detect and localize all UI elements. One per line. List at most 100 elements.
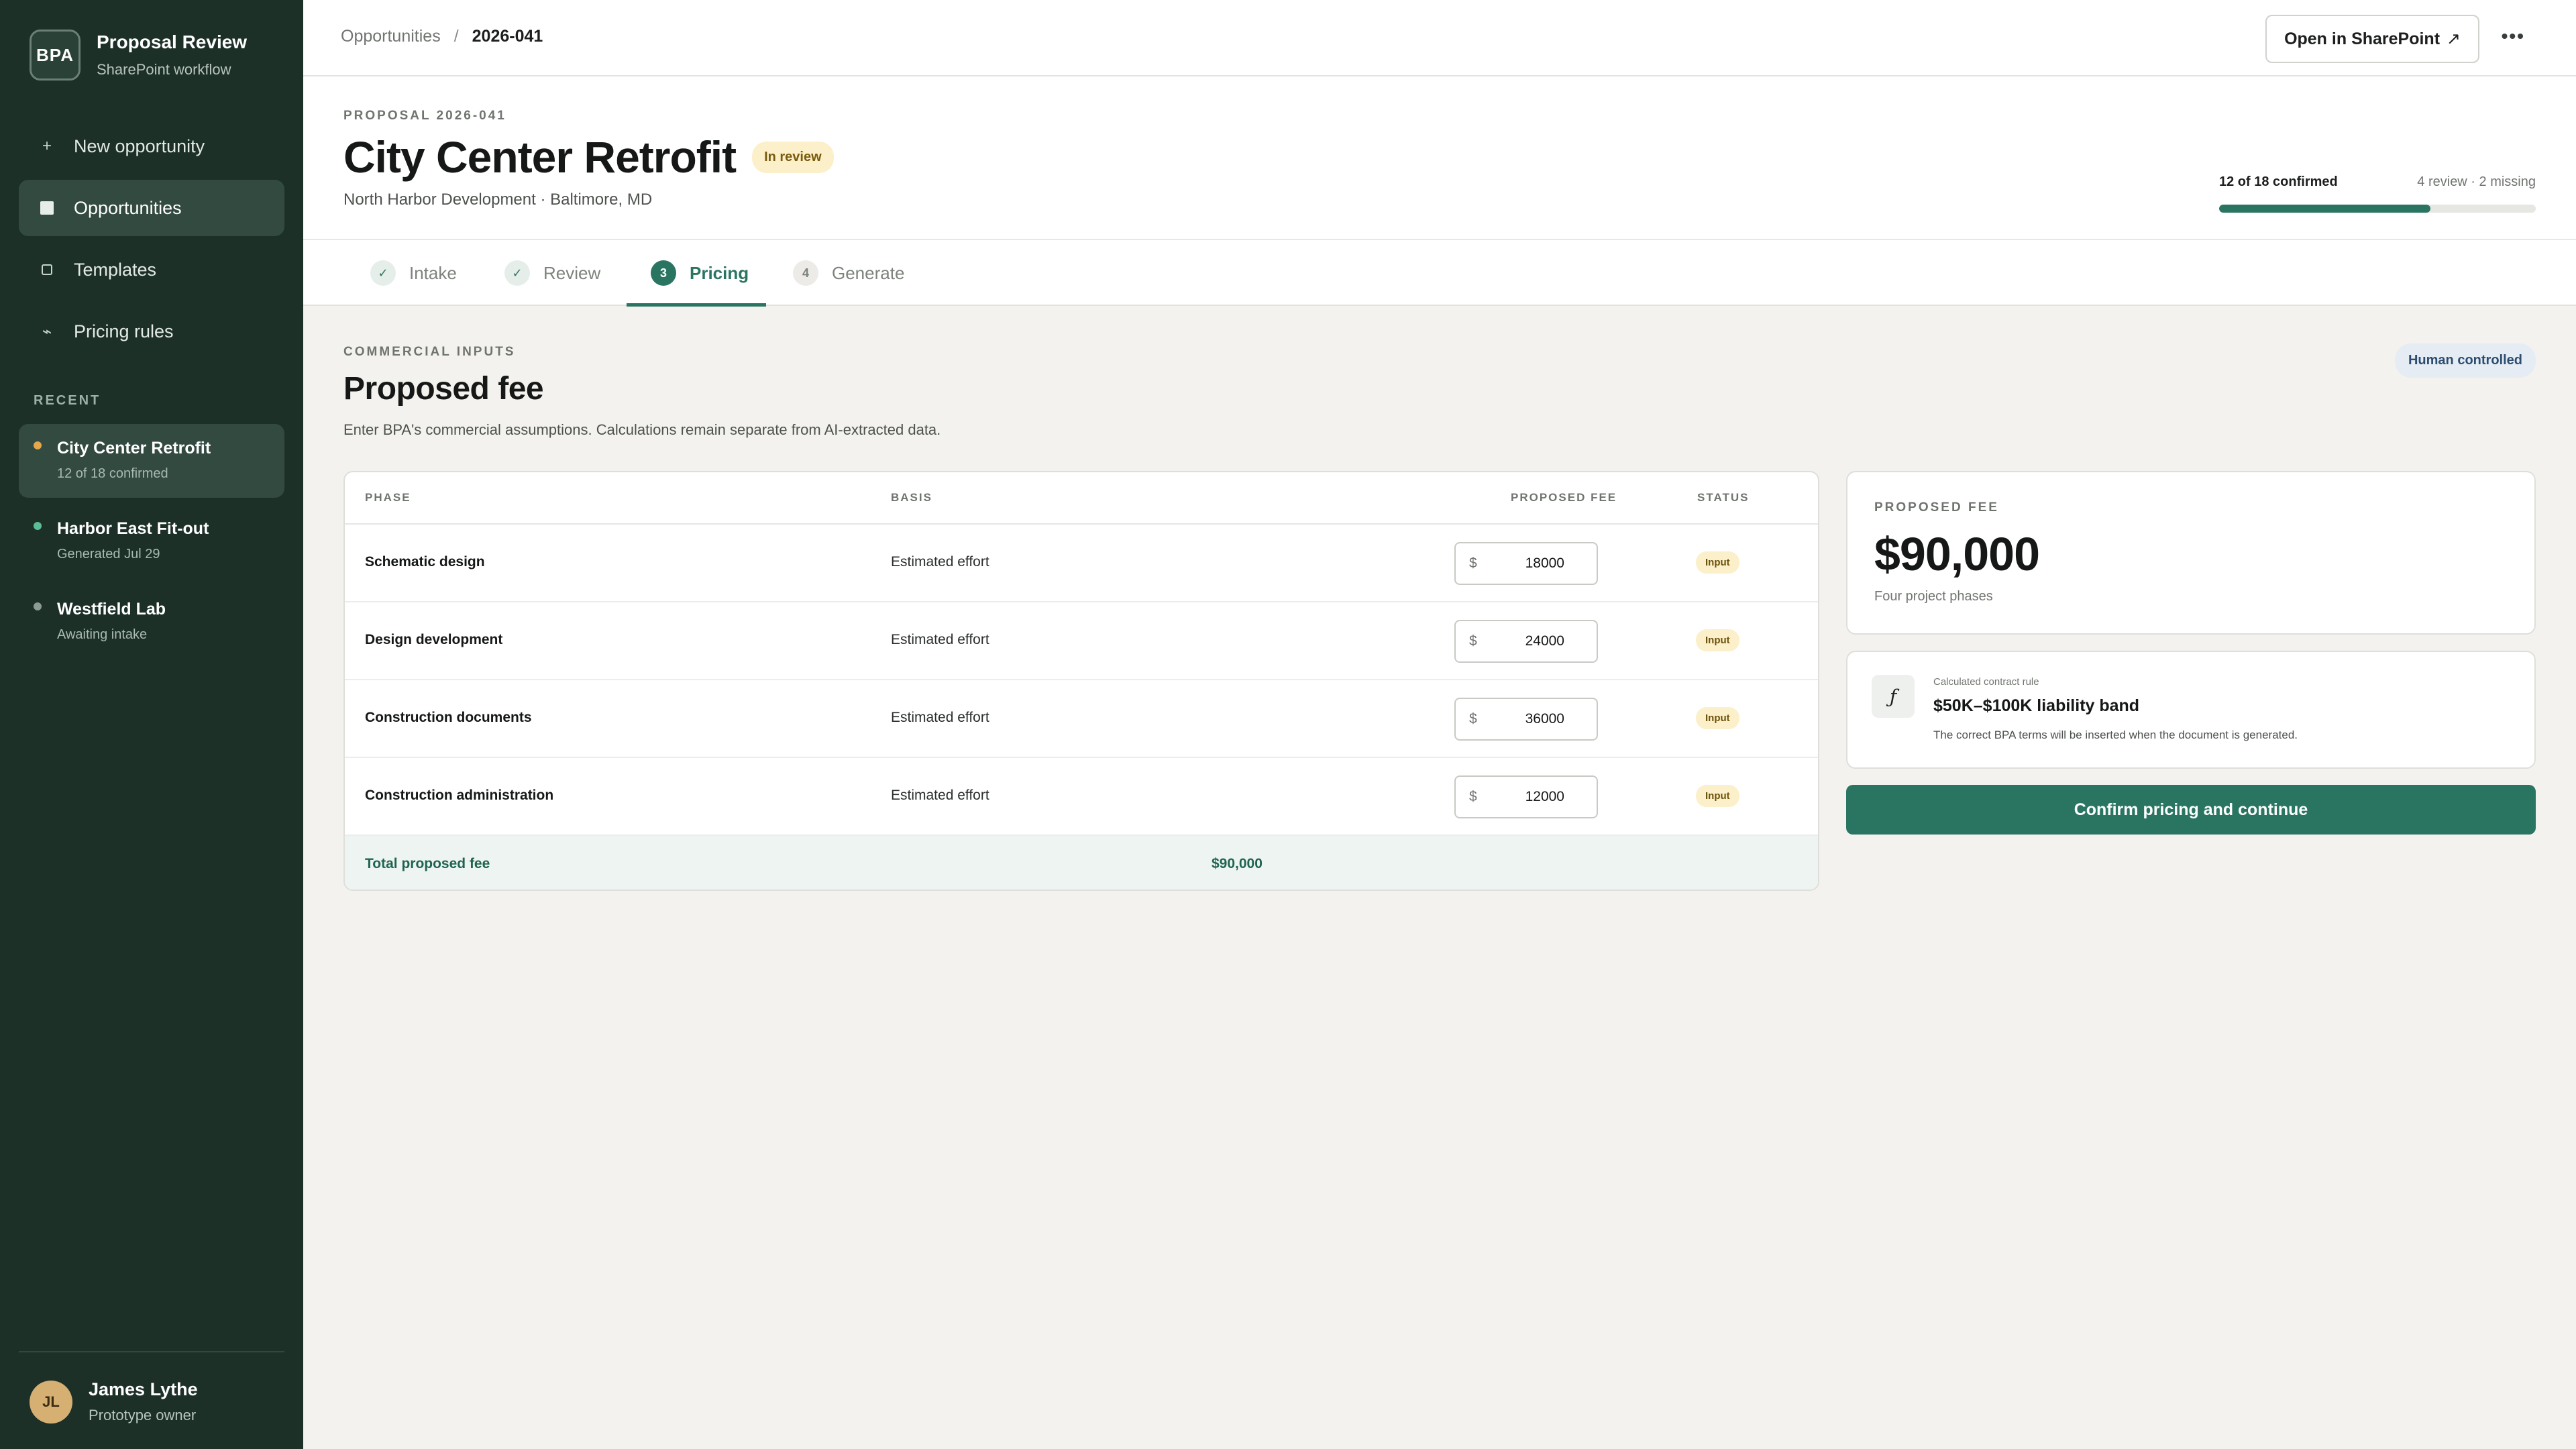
tab-pricing[interactable]: 3 Pricing: [651, 240, 749, 306]
recent-meta: Generated Jul 29: [57, 547, 160, 561]
column-fee: PROPOSED FEE: [1511, 491, 1617, 504]
fee-field[interactable]: $: [1454, 698, 1598, 741]
table-header: PHASE BASIS PROPOSED FEE STATUS: [345, 472, 1818, 525]
contract-rule-card: ƒ Calculated contract rule $50K–$100K li…: [1846, 651, 2536, 769]
fee-input-schematic[interactable]: [1477, 555, 1583, 572]
fee-card-note: Four project phases: [1874, 589, 1993, 604]
recent-item-city-center[interactable]: City Center Retrofit 12 of 18 confirmed: [19, 424, 284, 498]
fee-card-value: $90,000: [1874, 528, 2040, 580]
section-title: Proposed fee: [343, 371, 544, 407]
progress-fill: [2219, 205, 2430, 213]
recent-item-westfield[interactable]: Westfield Lab Awaiting intake: [19, 585, 284, 659]
section-eyebrow: COMMERCIAL INPUTS: [343, 345, 516, 359]
active-tab-indicator: [627, 303, 766, 307]
recent-list: City Center Retrofit 12 of 18 confirmed …: [19, 424, 284, 665]
status-badge: Input: [1696, 707, 1739, 729]
fee-field[interactable]: $: [1454, 620, 1598, 663]
currency-symbol: $: [1469, 711, 1477, 727]
open-sharepoint-button[interactable]: Open in SharePoint ↗: [2265, 15, 2479, 63]
tab-label: Pricing: [690, 262, 749, 283]
table-row: Schematic design Estimated effort $ Inpu…: [345, 525, 1818, 602]
status-dot: [34, 522, 42, 530]
grid-icon: [38, 200, 56, 216]
user-role: Prototype owner: [89, 1407, 197, 1424]
recent-item-harbor-east[interactable]: Harbor East Fit-out Generated Jul 29: [19, 504, 284, 578]
recent-name: City Center Retrofit: [57, 439, 211, 458]
phase-name: Construction documents: [365, 710, 532, 725]
fee-table: PHASE BASIS PROPOSED FEE STATUS Schemati…: [343, 471, 1819, 891]
fee-field[interactable]: $: [1454, 542, 1598, 585]
check-icon: ✓: [370, 260, 396, 286]
open-sharepoint-label: Open in SharePoint: [2284, 29, 2440, 48]
human-controlled-badge: Human controlled: [2394, 343, 2536, 378]
confirm-pricing-button[interactable]: Confirm pricing and continue: [1846, 785, 2536, 835]
progress-bar: [2219, 205, 2536, 213]
check-icon: ✓: [504, 260, 530, 286]
nav-new-opportunity[interactable]: + New opportunity: [19, 118, 284, 174]
total-value: $90,000: [1212, 856, 1263, 871]
phase-basis: Estimated effort: [891, 788, 989, 803]
client-location: North Harbor Development · Baltimore, MD: [343, 191, 653, 209]
nav-label: Templates: [74, 259, 157, 280]
status-badge: Input: [1696, 551, 1739, 574]
phase-basis: Estimated effort: [891, 632, 989, 647]
table-row: Construction documents Estimated effort …: [345, 680, 1818, 758]
tab-intake[interactable]: ✓ Intake: [370, 240, 457, 306]
topbar: Opportunities / 2026-041 Open in SharePo…: [303, 0, 2576, 76]
fee-input-construction-documents[interactable]: [1477, 711, 1583, 727]
nav-templates[interactable]: Templates: [19, 241, 284, 298]
proposed-fee-card: PROPOSED FEE $90,000 Four project phases: [1846, 471, 2536, 635]
tab-label: Generate: [832, 262, 905, 283]
document-icon: [38, 263, 56, 276]
phase-name: Construction administration: [365, 788, 554, 803]
progress-confirmed: 12 of 18 confirmed: [2219, 174, 2338, 189]
page-header: PROPOSAL 2026-041 City Center Retrofit I…: [303, 76, 2576, 240]
page-title: City Center Retrofit: [343, 132, 737, 182]
recent-meta: Awaiting intake: [57, 627, 148, 642]
fee-input-construction-administration[interactable]: [1477, 789, 1583, 805]
fee-field[interactable]: $: [1454, 775, 1598, 818]
phase-basis: Estimated effort: [891, 710, 989, 725]
section-description: Enter BPA's commercial assumptions. Calc…: [343, 421, 941, 438]
user-profile[interactable]: JL James Lythe Prototype owner: [19, 1351, 284, 1424]
avatar: JL: [30, 1380, 72, 1424]
table-total-row: Total proposed fee $90,000: [345, 836, 1818, 890]
nav-opportunities[interactable]: Opportunities: [19, 180, 284, 236]
breadcrumb-current: 2026-041: [472, 27, 543, 46]
phase-name: Schematic design: [365, 554, 485, 570]
tab-review[interactable]: ✓ Review: [504, 240, 600, 306]
rule-icon: ⌁: [42, 322, 52, 341]
table-row: Construction administration Estimated ef…: [345, 758, 1818, 836]
currency-symbol: $: [1469, 555, 1477, 571]
progress-labels: 12 of 18 confirmed 4 review · 2 missing: [2219, 174, 2536, 190]
status-dot: [34, 441, 42, 449]
plus-icon: +: [42, 137, 52, 155]
currency-symbol: $: [1469, 633, 1477, 649]
brand-title: Proposal Review: [97, 32, 248, 52]
phase-basis: Estimated effort: [891, 554, 989, 570]
title-row: City Center Retrofit In review: [343, 131, 834, 182]
user-text: James Lythe Prototype owner: [89, 1379, 198, 1424]
table-row: Design development Estimated effort $ In…: [345, 602, 1818, 680]
fee-input-design-development[interactable]: [1477, 633, 1583, 649]
progress-summary: 4 review · 2 missing: [2417, 174, 2536, 189]
sidebar-nav: + New opportunity Opportunities Template…: [19, 118, 284, 365]
brand-text: Proposal Review SharePoint workflow: [97, 32, 247, 78]
status-dot: [34, 602, 42, 610]
total-label: Total proposed fee: [365, 856, 490, 871]
rule-eyebrow: Calculated contract rule: [1933, 676, 2039, 688]
column-phase: PHASE: [365, 491, 411, 504]
function-icon: ƒ: [1872, 675, 1915, 718]
tab-generate[interactable]: 4 Generate: [793, 240, 904, 306]
brand: BPA Proposal Review SharePoint workflow: [30, 30, 247, 80]
phase-name: Design development: [365, 632, 503, 647]
tab-label: Review: [543, 262, 601, 283]
column-basis: BASIS: [891, 491, 932, 504]
fee-card-eyebrow: PROPOSED FEE: [1874, 500, 1999, 515]
breadcrumb-opportunities[interactable]: Opportunities: [341, 27, 441, 46]
nav-pricing-rules[interactable]: ⌁ Pricing rules: [19, 303, 284, 360]
step-number: 3: [651, 260, 676, 286]
breadcrumb-separator: /: [453, 27, 459, 46]
workflow-tabs: ✓ Intake ✓ Review 3 Pricing 4 Generate: [303, 240, 2576, 306]
more-options-icon[interactable]: •••: [2502, 25, 2525, 47]
